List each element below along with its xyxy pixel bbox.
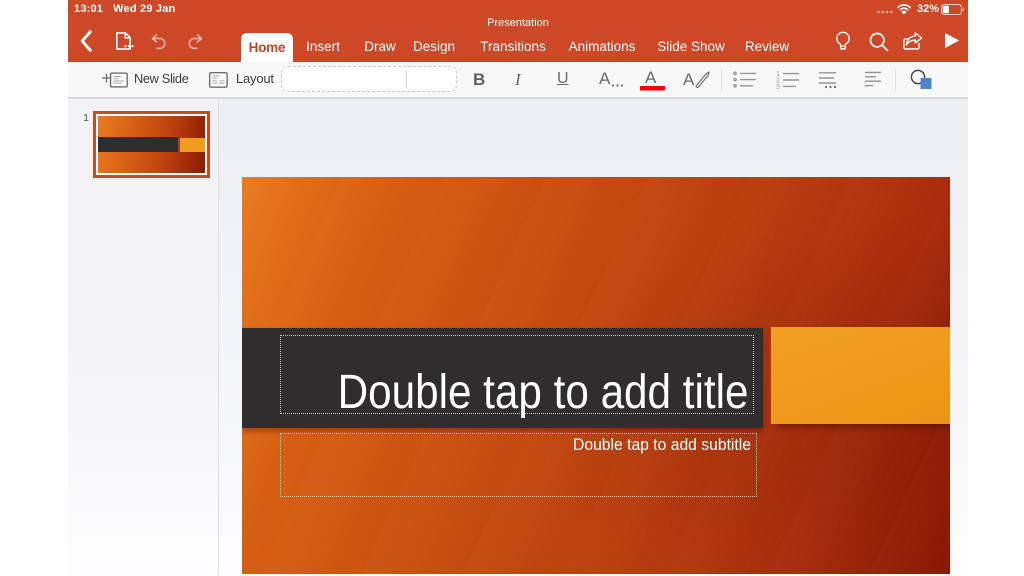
svg-text:A: A xyxy=(599,69,611,88)
svg-text:A: A xyxy=(645,68,657,87)
svg-text:Double tap to add subtitle: Double tap to add subtitle xyxy=(573,437,751,454)
svg-text:A: A xyxy=(683,70,695,89)
svg-text:3: 3 xyxy=(776,84,780,91)
svg-text:Double tap to add title: Double tap to add title xyxy=(338,364,749,418)
